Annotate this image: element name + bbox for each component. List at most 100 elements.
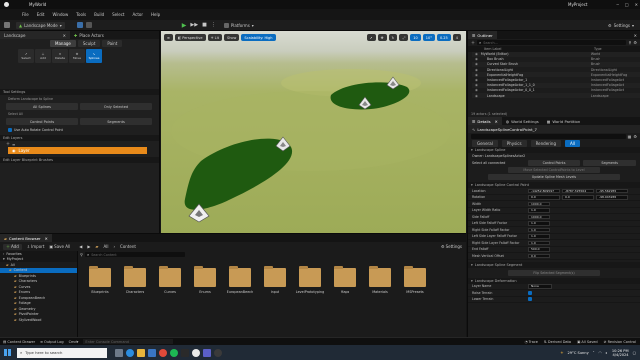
forward-icon[interactable]: ▶: [87, 244, 90, 249]
property-value-field[interactable]: 0.0: [528, 253, 550, 258]
trace-button[interactable]: ◔ Trace: [525, 340, 538, 344]
epic-games-icon[interactable]: [181, 348, 189, 357]
gear-icon[interactable]: ⚙: [633, 40, 637, 45]
raise-terrain-checkbox[interactable]: [528, 290, 532, 295]
asset-folder[interactable]: Maps: [330, 266, 360, 294]
asset-folder[interactable]: Materials: [365, 266, 395, 294]
tab-outliner[interactable]: ☰ Outliner: [468, 31, 497, 39]
close-icon[interactable]: ✕: [634, 33, 637, 38]
details-search[interactable]: [471, 134, 626, 139]
move-to-level-button[interactable]: Move Selected ControlPoints to Level: [508, 167, 600, 173]
property-value-field[interactable]: -95.562955: [596, 188, 628, 193]
platforms-button[interactable]: Platforms ▾: [223, 22, 254, 28]
column-type[interactable]: Type: [594, 47, 602, 51]
layer-row[interactable]: ◉ Layer: [8, 147, 147, 154]
close-icon[interactable]: ✕: [63, 33, 66, 38]
menu-file[interactable]: File: [22, 12, 29, 17]
path-content[interactable]: Content: [120, 244, 136, 249]
volume-icon[interactable]: 🔈︎: [606, 351, 608, 355]
all-splines-button[interactable]: All Splines: [6, 103, 78, 110]
add-button[interactable]: ＋ Add: [3, 243, 22, 250]
filter-general[interactable]: General: [472, 140, 498, 147]
outliner-row[interactable]: ◉ InstancedFoliageActor_0_0_1 InstancedFol…: [472, 88, 640, 93]
spotify-icon[interactable]: [170, 348, 178, 357]
play-icon[interactable]: ▶: [182, 22, 187, 29]
eye-icon[interactable]: ◉: [12, 148, 16, 153]
scale-snap[interactable]: 0.25: [436, 34, 451, 41]
clock-date[interactable]: 4/4/2024: [612, 353, 628, 357]
obs-icon[interactable]: [214, 348, 222, 357]
outliner-row[interactable]: ◉ Landscape Landscape: [472, 93, 640, 99]
outliner-row[interactable]: ◉ DirectionalLight DirectionalLight: [472, 67, 640, 72]
edge-icon[interactable]: [126, 348, 134, 357]
property-value-field[interactable]: 500.0: [528, 247, 550, 252]
property-value-field[interactable]: 1.0: [528, 227, 550, 232]
show-button[interactable]: Show: [223, 34, 240, 41]
lit-button[interactable]: ☀ Lit: [207, 34, 222, 41]
menu-build[interactable]: Build: [94, 12, 104, 17]
visibility-eye-icon[interactable]: ◉: [475, 52, 478, 56]
asset-folder[interactable]: Enums: [190, 266, 220, 294]
outliner-row[interactable]: ◉ InstancedFoliageActor_1 InstancedFoliage…: [472, 77, 640, 82]
add-layer-icon[interactable]: ＋: [6, 141, 10, 147]
layer-options-icon[interactable]: ≡: [12, 142, 15, 147]
perspective-button[interactable]: ◧ Perspective: [174, 34, 206, 41]
close-icon[interactable]: ✕: [45, 236, 48, 241]
settings-button[interactable]: ⚙ Settings ▾: [608, 23, 634, 28]
mode-dropdown[interactable]: ▲ Landscape Mode ▾: [16, 21, 65, 29]
visibility-eye-icon[interactable]: ◉: [475, 62, 478, 66]
tool-splines[interactable]: ∿ Splines: [86, 49, 102, 63]
tool-delete[interactable]: ✕ Delete: [52, 49, 68, 63]
cb-settings-button[interactable]: ⚙ Settings: [441, 244, 462, 249]
tab-landscape[interactable]: Landscape ✕: [0, 31, 70, 39]
network-icon[interactable]: ◠: [599, 351, 602, 355]
notifications-icon[interactable]: ▢: [633, 351, 636, 355]
outliner-search[interactable]: ⌕ Search...: [477, 40, 627, 45]
subtab-manage[interactable]: Manage: [50, 39, 76, 47]
import-button[interactable]: ⇩ Import: [27, 244, 45, 249]
step-icon[interactable]: ▶▶: [190, 22, 198, 28]
revision-control-button[interactable]: ⊘ Revision Control: [604, 340, 636, 344]
layer-name-select[interactable]: None: [528, 284, 552, 289]
asset-folder[interactable]: LevelPrototyping: [295, 266, 325, 294]
grid-snap[interactable]: 10: [410, 34, 421, 41]
asset-folder[interactable]: Characters: [120, 266, 150, 294]
console-input[interactable]: Enter Console Command: [83, 339, 174, 344]
property-value-field[interactable]: 0.0: [562, 195, 594, 200]
scalability-badge[interactable]: Scalability: High: [241, 34, 276, 41]
filter-icon[interactable]: ⚲: [628, 40, 631, 45]
only-selected-button[interactable]: Only Selected: [80, 103, 152, 110]
tool-select[interactable]: ➚ Select: [18, 49, 34, 63]
transform-scale-icon[interactable]: ⤢: [399, 34, 409, 41]
property-value-field[interactable]: -8787.325564: [562, 188, 594, 193]
filter-physics[interactable]: Physics: [501, 140, 527, 147]
tree-folder-item[interactable]: ▰ StylizedWood: [0, 317, 77, 323]
flip-segments-button[interactable]: Flip Selected Segment(s): [508, 269, 600, 276]
filter-rendering[interactable]: Rendering: [530, 140, 561, 147]
weather-text[interactable]: 29°C Sunny: [567, 351, 588, 355]
output-log-button[interactable]: ≡ Output Log: [40, 340, 63, 344]
back-icon[interactable]: ◀: [79, 244, 82, 249]
asset-folder[interactable]: EuropeanBeech: [225, 266, 255, 294]
property-value-field[interactable]: 1.0: [528, 240, 550, 245]
menu-select[interactable]: Select: [112, 12, 124, 17]
visibility-eye-icon[interactable]: ◉: [475, 78, 478, 82]
property-value-field[interactable]: 1000.0: [528, 201, 550, 206]
cmd-dropdown[interactable]: Cmd ▾: [69, 340, 79, 344]
property-value-field[interactable]: -14252.809597: [528, 188, 560, 193]
subtab-sculpt[interactable]: Sculpt: [77, 39, 101, 47]
close-icon[interactable]: ✕: [635, 2, 638, 7]
level-tab[interactable]: MyWorld: [29, 2, 46, 7]
blueprint-icon[interactable]: [76, 22, 83, 28]
auto-rotate-checkbox[interactable]: [8, 128, 12, 132]
minimize-icon[interactable]: ─: [616, 2, 618, 7]
tab-details[interactable]: ☰ Details ✕: [468, 117, 502, 125]
tool-move[interactable]: ✥ Move: [69, 49, 85, 63]
lower-terrain-checkbox[interactable]: [528, 297, 532, 302]
blueprint-brushes-header[interactable]: Edit Layer Blueprint Brushes: [0, 157, 159, 163]
content-search[interactable]: ⌕ Search Content: [84, 252, 185, 257]
tab-place-actors[interactable]: ✚ Place Actors: [70, 33, 104, 38]
property-value-field[interactable]: -98.043265: [596, 195, 628, 200]
teams-icon[interactable]: [203, 348, 211, 357]
add-actor-icon[interactable]: ＋: [471, 40, 475, 46]
